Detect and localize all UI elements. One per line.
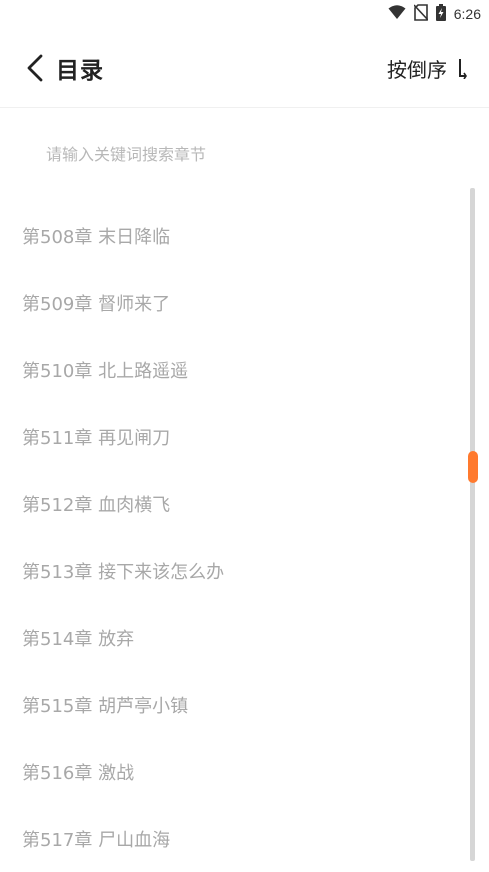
battery-charging-icon (435, 3, 446, 25)
list-item[interactable]: 第512章 血肉横飞 (0, 470, 470, 537)
no-sim-icon (413, 3, 429, 25)
list-item[interactable]: 第517章 尸山血海 (0, 805, 470, 872)
list-item[interactable]: 第516章 激战 (0, 738, 470, 805)
sort-descending-icon (455, 56, 469, 80)
status-time: 6:26 (453, 6, 481, 22)
chevron-left-icon (24, 52, 46, 84)
list-item[interactable]: 第509章 督师来了 (0, 269, 470, 336)
list-item[interactable]: 第510章 北上路遥遥 (0, 336, 470, 403)
list-item[interactable]: 第508章 末日降临 (0, 202, 470, 269)
wifi-icon (388, 4, 406, 24)
list-item[interactable]: 第511章 再见闸刀 (0, 403, 470, 470)
list-item[interactable]: 第514章 放弃 (0, 604, 470, 671)
scrollbar-track[interactable] (470, 188, 475, 861)
scrollbar-thumb[interactable] (468, 450, 478, 483)
search-input[interactable] (22, 130, 462, 178)
list-item[interactable]: 第513章 接下来该怎么办 (0, 537, 470, 604)
back-button[interactable]: 目录 (24, 50, 104, 86)
page-title: 目录 (56, 58, 104, 84)
sort-label: 按倒序 (387, 57, 447, 82)
header: 目录 按倒序 (0, 28, 489, 108)
chapter-list: 第508章 末日降临 第509章 督师来了 第510章 北上路遥遥 第511章 … (0, 202, 470, 872)
status-icons: 6:26 (388, 3, 481, 25)
list-item[interactable]: 第515章 胡芦亭小镇 (0, 671, 470, 738)
status-bar: 6:26 (0, 0, 489, 28)
sort-toggle-button[interactable]: 按倒序 (387, 50, 469, 86)
